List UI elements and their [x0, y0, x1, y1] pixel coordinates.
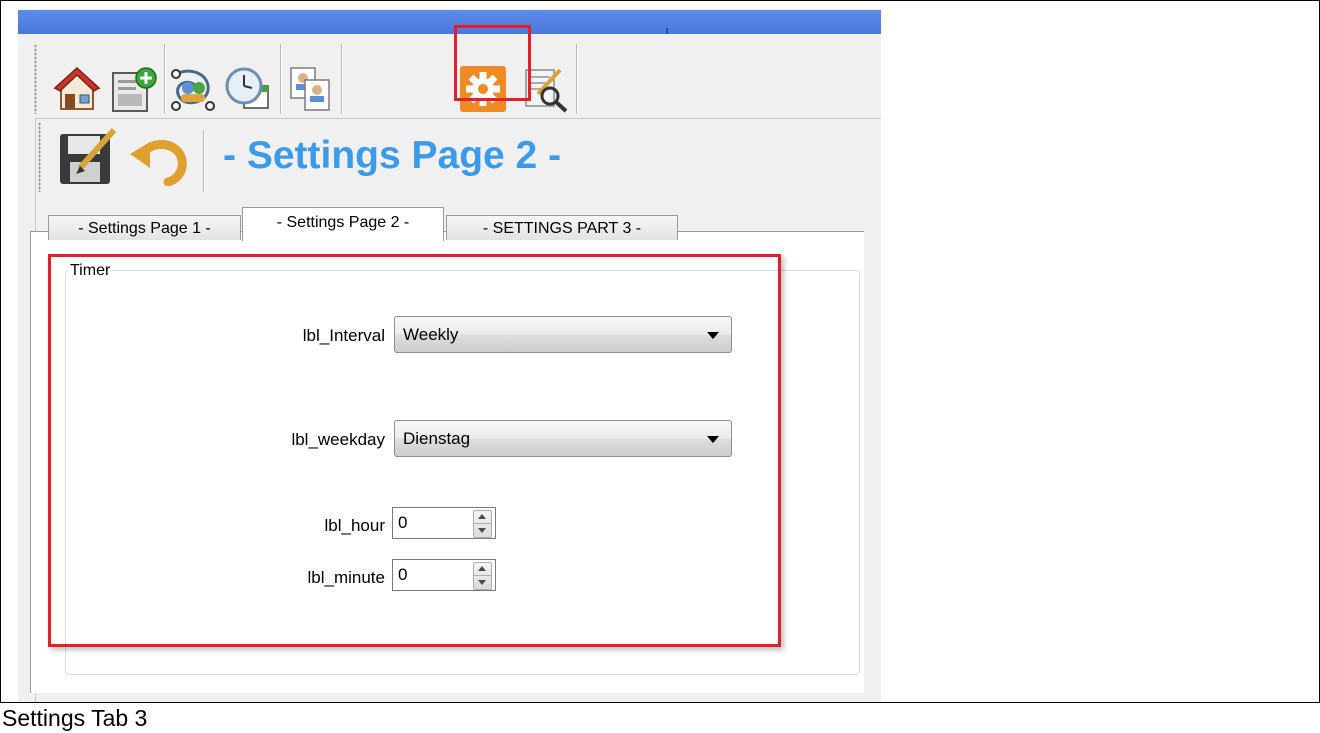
user-documents-button[interactable] [285, 64, 335, 114]
network-users-button[interactable] [168, 64, 218, 114]
timer-highlight-box [48, 254, 781, 647]
toolbar-separator [280, 44, 282, 114]
tab-settings-page-2[interactable]: - Settings Page 2 - [242, 207, 444, 241]
tab-settings-part-3[interactable]: - SETTINGS PART 3 - [446, 215, 678, 240]
network-users-icon [171, 69, 215, 111]
tab-settings-page-1[interactable]: - Settings Page 1 - [48, 215, 241, 240]
settings-button-highlight [454, 25, 531, 101]
figure-caption: Settings Tab 3 [2, 705, 148, 731]
caption-divider [0, 702, 1320, 703]
main-toolbar [18, 34, 881, 124]
toolbar-separator [164, 44, 166, 114]
toolbar-separator [341, 44, 343, 114]
toolbar-separator [203, 130, 205, 192]
save-icon [60, 127, 117, 184]
new-report-button[interactable] [108, 64, 158, 114]
clock-calendar-button[interactable] [222, 64, 272, 114]
title-bar [18, 10, 881, 34]
toolbar-grip[interactable] [38, 122, 41, 192]
new-report-icon [112, 67, 157, 112]
undo-button[interactable] [128, 132, 190, 187]
home-button[interactable] [52, 64, 102, 114]
home-icon [53, 66, 101, 110]
toolbar-grip[interactable] [34, 44, 37, 114]
page-title: - Settings Page 2 - [223, 134, 562, 177]
toolbar-separator [576, 44, 578, 114]
clock-calendar-icon [225, 67, 269, 109]
user-documents-icon [290, 67, 330, 111]
undo-icon [130, 140, 187, 187]
save-button[interactable] [58, 126, 120, 188]
